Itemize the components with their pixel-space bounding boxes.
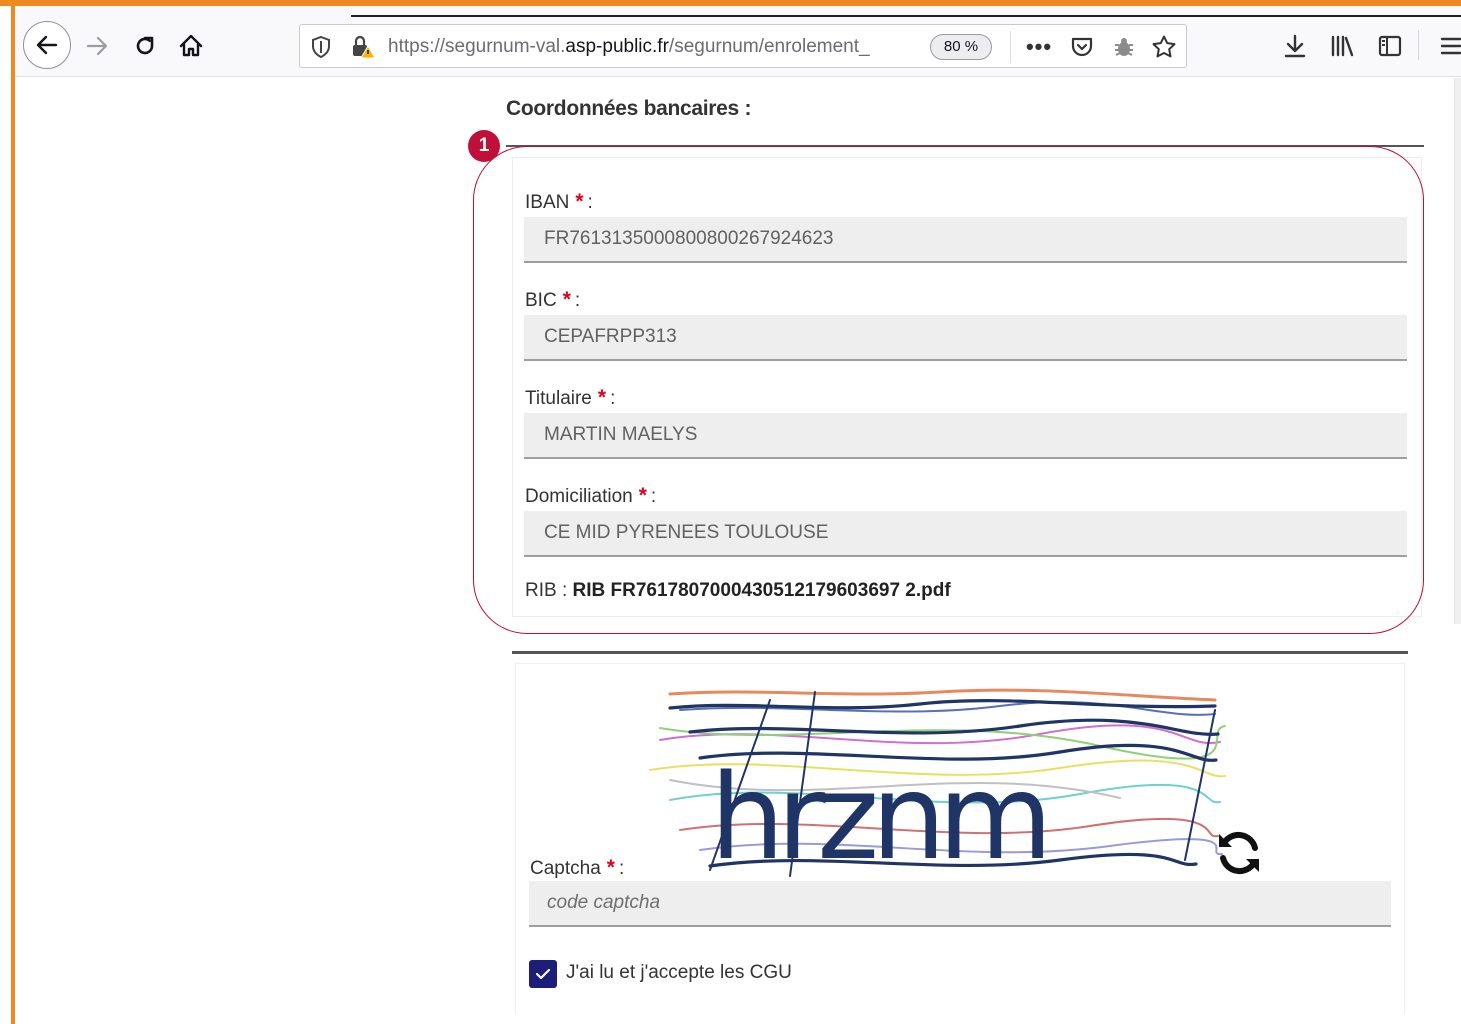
library-icon[interactable] (1325, 28, 1361, 64)
extension-bug-icon[interactable] (1110, 34, 1138, 60)
bic-label-text: BIC (525, 290, 557, 311)
toolbar-separator (1418, 30, 1419, 60)
home-icon (179, 34, 203, 57)
captcha-divider (512, 651, 1408, 654)
required-asterisk: * (638, 484, 647, 507)
page-scrollbar[interactable] (1454, 78, 1461, 624)
required-asterisk: * (597, 386, 607, 409)
url-text[interactable]: https://segurnum-val.asp-public.fr/segur… (388, 36, 916, 60)
titulaire-field[interactable]: MARTIN MAELYS (524, 413, 1407, 459)
iban-field[interactable]: FR7613135000800800267924623 (524, 217, 1407, 263)
iban-label-text: IBAN (525, 192, 570, 213)
rib-line: RIB : RIB FR7617807000430512179603697 2.… (525, 580, 951, 602)
required-asterisk: * (606, 856, 615, 879)
browser-toolbar: https://segurnum-val.asp-public.fr/segur… (15, 6, 1461, 77)
domiciliation-label-text: Domiciliation (525, 486, 633, 507)
url-prefix: https://segurnum-val. (388, 36, 566, 57)
domiciliation-field[interactable]: CE MID PYRENEES TOULOUSE (524, 511, 1407, 557)
arrow-left-icon (36, 35, 58, 55)
forward-button[interactable] (79, 28, 115, 64)
home-button[interactable] (173, 28, 209, 64)
refresh-captcha-icon[interactable] (1212, 826, 1266, 880)
url-path: /segurnum/enrolement_ (668, 36, 870, 57)
more-actions-icon[interactable]: ••• (1025, 34, 1053, 60)
address-bar[interactable]: https://segurnum-val.asp-public.fr/segur… (299, 24, 1187, 68)
back-button[interactable] (23, 21, 71, 69)
rib-file-link[interactable]: RIB FR7617807000430512179603697 2.pdf (573, 580, 951, 601)
tab-strip-line (351, 15, 1461, 17)
domiciliation-label: Domiciliation *: (525, 484, 656, 508)
titulaire-label: Titulaire *: (525, 386, 615, 410)
bank-details-heading: Coordonnées bancaires : (506, 97, 752, 120)
bookmark-star-icon[interactable] (1150, 34, 1178, 60)
iban-label: IBAN *: (525, 190, 593, 214)
reload-icon (136, 36, 154, 55)
zoom-level-badge[interactable]: 80 % (930, 34, 992, 60)
shield-icon[interactable] (308, 34, 334, 60)
url-domain: asp-public.fr (565, 36, 669, 57)
sidebar-icon[interactable] (1372, 28, 1408, 64)
captcha-image: hrznm (649, 688, 1226, 880)
bic-label: BIC *: (525, 288, 580, 312)
captcha-label-colon: : (618, 858, 625, 879)
cgu-checkbox[interactable] (529, 960, 557, 988)
rib-label: RIB : (525, 580, 568, 601)
iban-label-colon: : (587, 192, 593, 213)
reload-button[interactable] (127, 28, 163, 64)
url-divider (1010, 31, 1011, 63)
titulaire-label-colon: : (610, 388, 616, 409)
captcha-input[interactable] (529, 881, 1391, 927)
required-asterisk: * (562, 288, 571, 311)
domiciliation-label-colon: : (650, 486, 657, 507)
required-asterisk: * (575, 190, 584, 213)
downloads-icon[interactable] (1277, 28, 1313, 64)
annotation-marker: 1 (468, 130, 500, 162)
bic-field[interactable]: CEPAFRPP313 (524, 315, 1407, 361)
pocket-icon[interactable] (1068, 34, 1096, 60)
titulaire-label-text: Titulaire (525, 388, 592, 409)
window-border-left (11, 0, 15, 1024)
lock-warning-icon[interactable] (350, 34, 376, 60)
captcha-label: Captcha *: (530, 856, 624, 880)
checkmark-icon (535, 968, 551, 980)
arrow-right-icon (86, 36, 108, 56)
captcha-label-text: Captcha (530, 858, 601, 879)
captcha-text: hrznm (710, 748, 1045, 880)
bic-label-colon: : (574, 290, 581, 311)
hamburger-menu-icon[interactable] (1433, 28, 1461, 64)
cgu-label[interactable]: J'ai lu et j'accepte les CGU (566, 962, 792, 984)
